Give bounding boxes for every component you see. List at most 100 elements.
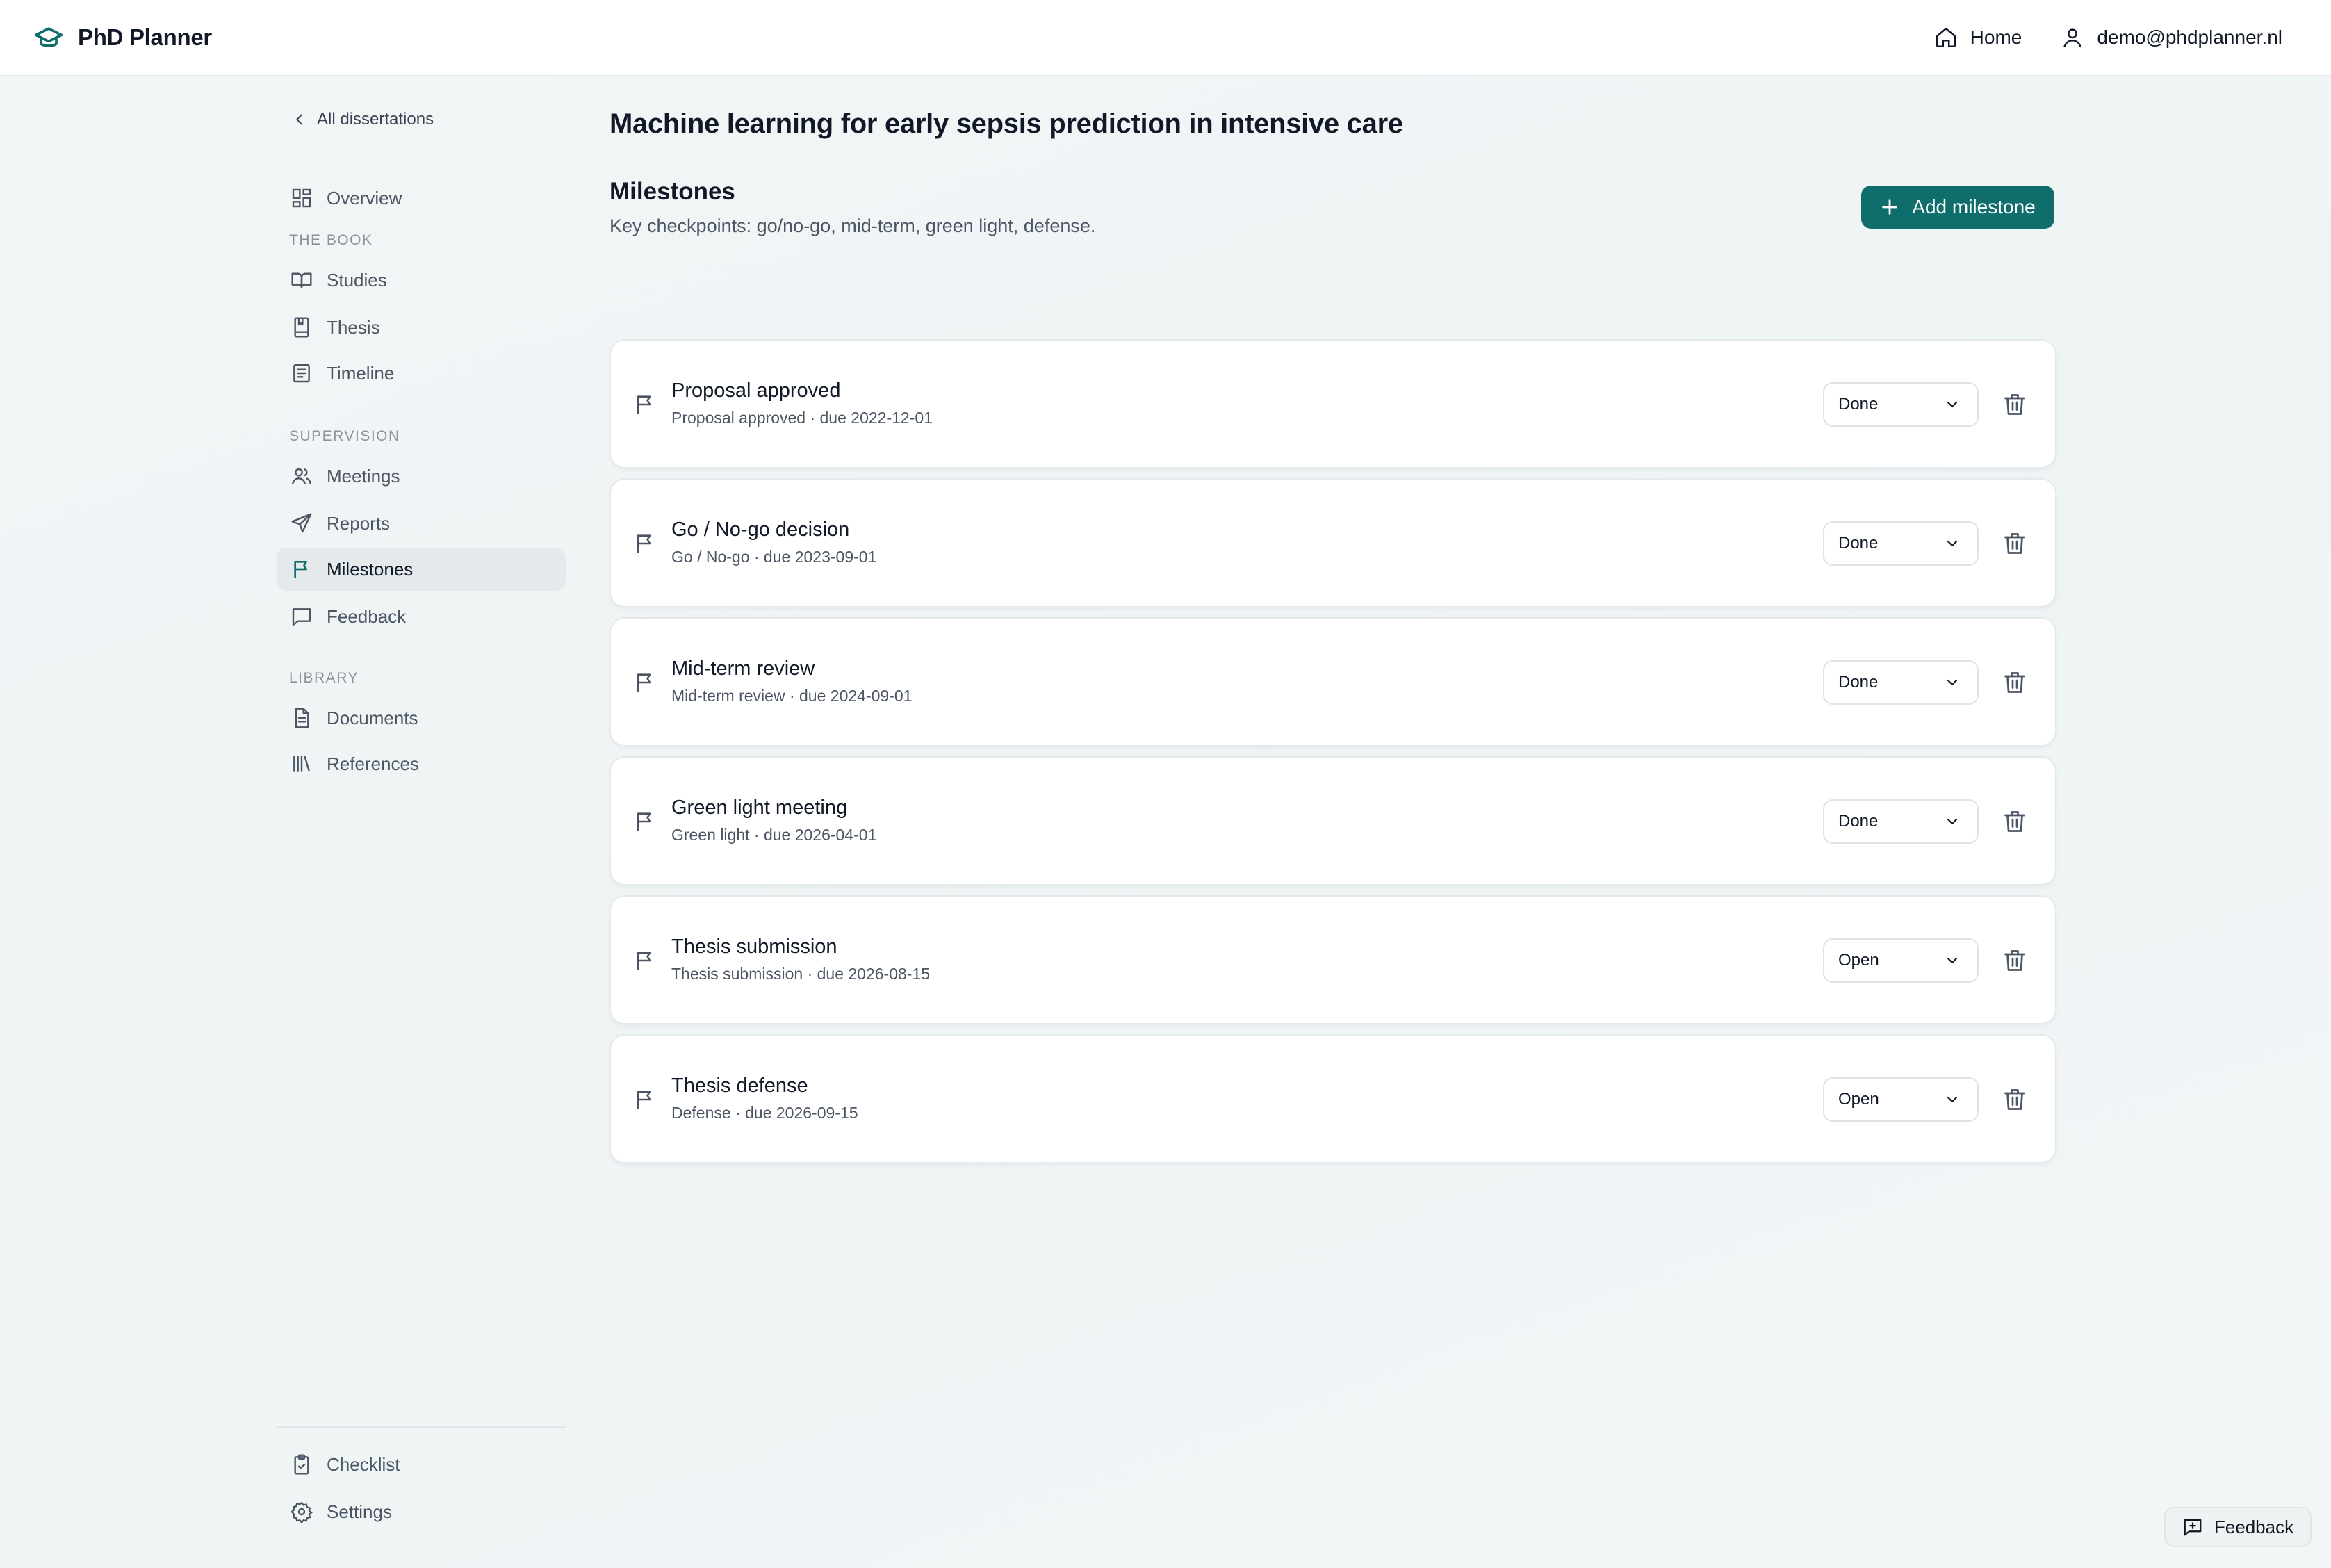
send-icon (291, 513, 312, 533)
flag-icon (637, 395, 651, 415)
sidebar-item-label: Checklist (327, 1453, 400, 1475)
back-link-label: All dissertations (317, 110, 434, 129)
milestone-title: Go / No-go decision (671, 518, 850, 541)
flag-icon (637, 952, 651, 971)
chevron-down-icon (1947, 957, 1958, 964)
flag-icon (637, 1091, 651, 1110)
flag-icon (637, 812, 651, 832)
brand[interactable]: PhD Planner (33, 22, 212, 53)
file-text-icon (295, 708, 309, 728)
trash-icon[interactable] (2002, 530, 2027, 557)
sidebar-item-label: References (327, 753, 419, 774)
sidebar-item-meetings[interactable]: Meetings (277, 455, 566, 498)
back-to-dissertations-link[interactable]: All dissertations (292, 110, 434, 129)
home-link[interactable]: Home (1934, 26, 2022, 49)
add-milestone-label: Add milestone (1912, 196, 2036, 218)
gear-icon (291, 1501, 313, 1523)
flag-icon (637, 673, 651, 693)
user-email: demo@phdplanner.nl (2097, 26, 2282, 48)
page-title: Machine learning for early sepsis predic… (610, 108, 1403, 139)
home-label: Home (1970, 26, 2022, 48)
sidebar-item-references[interactable]: References (277, 742, 566, 785)
sidebar-section-book: THE BOOK (289, 232, 373, 248)
status-value: Open (1838, 951, 1879, 970)
users-icon (292, 468, 311, 484)
sidebar-item-label: Timeline (327, 362, 395, 384)
milestone-meta: Proposal approved · due 2022-12-01 (671, 409, 933, 427)
milestone-title: Thesis submission (671, 936, 837, 958)
trash-icon[interactable] (2002, 1086, 2027, 1113)
message-square-icon (292, 608, 311, 626)
sidebar-section-library: LIBRARY (289, 670, 359, 686)
sidebar-item-reports[interactable]: Reports (277, 502, 566, 545)
sidebar-item-overview[interactable]: Overview (277, 177, 566, 220)
milestone-card: Proposal approved Proposal approved · du… (610, 339, 2056, 468)
user-menu[interactable]: demo@phdplanner.nl (2061, 26, 2282, 49)
chevron-down-icon (1947, 1096, 1958, 1103)
milestone-meta: Defense · due 2026-09-15 (671, 1104, 858, 1122)
milestone-status-select[interactable]: Done (1823, 660, 1979, 705)
sidebar-item-label: Documents (327, 707, 418, 728)
trash-icon[interactable] (2002, 391, 2027, 418)
milestone-title: Proposal approved (671, 379, 841, 402)
book-open-icon (291, 272, 312, 288)
sidebar-item-documents[interactable]: Documents (277, 696, 566, 740)
milestone-status-select[interactable]: Done (1823, 382, 1979, 427)
trash-icon[interactable] (2002, 669, 2027, 696)
library-icon (293, 756, 310, 772)
milestone-card: Thesis submission Thesis submission · du… (610, 895, 2056, 1024)
home-icon (1936, 27, 1956, 48)
sidebar-divider (277, 1426, 566, 1428)
milestone-title: Thesis defense (671, 1075, 808, 1097)
status-value: Open (1838, 1090, 1879, 1109)
flag-icon (637, 534, 651, 554)
sidebar-item-label: Thesis (327, 316, 380, 338)
notebook-icon (294, 317, 309, 338)
section-title: Milestones (610, 178, 735, 205)
chevron-down-icon (1947, 679, 1958, 686)
feedback-floating-button[interactable]: Feedback (2164, 1507, 2312, 1547)
plus-icon (1882, 199, 1898, 215)
milestone-meta: Thesis submission · due 2026-08-15 (671, 965, 931, 983)
milestone-status-select[interactable]: Done (1823, 799, 1979, 844)
milestone-title: Mid-term review (671, 658, 815, 680)
sidebar-section-supervision: SUPERVISION (289, 428, 400, 444)
sidebar-item-timeline[interactable]: Timeline (277, 352, 566, 395)
sidebar-item-settings[interactable]: Settings (277, 1490, 566, 1533)
sidebar-item-checklist[interactable]: Checklist (277, 1443, 566, 1486)
sidebar-item-label: Meetings (327, 465, 400, 487)
status-value: Done (1838, 534, 1879, 553)
add-milestone-button[interactable]: Add milestone (1861, 186, 2054, 229)
milestone-status-select[interactable]: Open (1823, 938, 1979, 983)
sidebar-item-label: Reports (327, 512, 391, 534)
sidebar-item-thesis[interactable]: Thesis (277, 306, 566, 349)
milestone-card: Go / No-go decision Go / No-go · due 202… (610, 478, 2056, 607)
chevron-left-icon (296, 114, 302, 125)
status-value: Done (1838, 812, 1879, 831)
sidebar-item-studies[interactable]: Studies (277, 259, 566, 302)
message-plus-icon (2184, 1519, 2202, 1536)
chevron-down-icon (1947, 540, 1958, 547)
milestone-card: Mid-term review Mid-term review · due 20… (610, 617, 2056, 746)
trash-icon[interactable] (2002, 808, 2027, 835)
top-nav: Home demo@phdplanner.nl (1934, 26, 2282, 49)
flag-icon (294, 561, 307, 579)
milestone-status-select[interactable]: Done (1823, 521, 1979, 566)
feedback-floating-label: Feedback (2214, 1516, 2294, 1537)
status-value: Done (1838, 673, 1879, 692)
milestone-meta: Green light · due 2026-04-01 (671, 826, 877, 844)
sidebar-item-feedback[interactable]: Feedback (277, 595, 566, 638)
app-name: PhD Planner (78, 24, 212, 50)
dashboard-icon (292, 188, 311, 208)
milestone-card: Thesis defense Defense · due 2026-09-15 … (610, 1034, 2056, 1163)
milestone-title: Green light meeting (671, 797, 848, 819)
chevron-down-icon (1947, 818, 1958, 825)
milestone-status-select[interactable]: Open (1823, 1077, 1979, 1122)
trash-icon[interactable] (2002, 947, 2027, 974)
clipboard-check-icon (294, 1454, 309, 1475)
sidebar-item-label: Milestones (327, 558, 414, 580)
sidebar-item-milestones[interactable]: Milestones (277, 548, 566, 591)
section-subtitle: Key checkpoints: go/no-go, mid-term, gre… (610, 215, 1096, 236)
chevron-down-icon (1947, 401, 1958, 408)
sidebar-item-label: Settings (327, 1501, 392, 1522)
